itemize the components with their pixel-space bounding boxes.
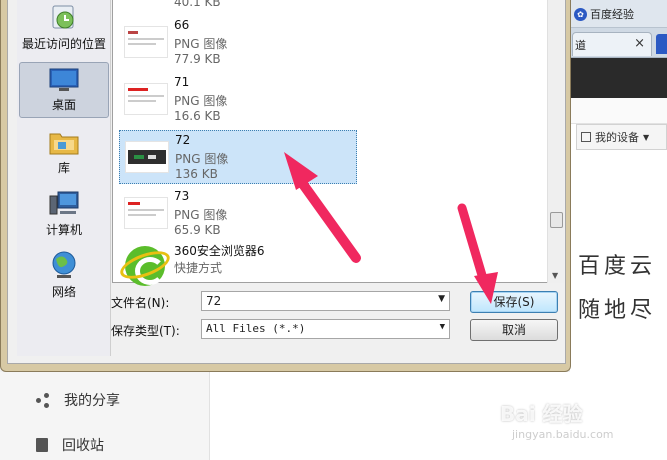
baidu-watermark: Bai 经验: [500, 402, 583, 426]
watermark-url: jingyan.baidu.com: [512, 428, 614, 441]
annotation-arrow-save: [457, 203, 498, 304]
annotation-arrow-file: [284, 152, 361, 263]
annotation-arrows: [284, 152, 498, 304]
